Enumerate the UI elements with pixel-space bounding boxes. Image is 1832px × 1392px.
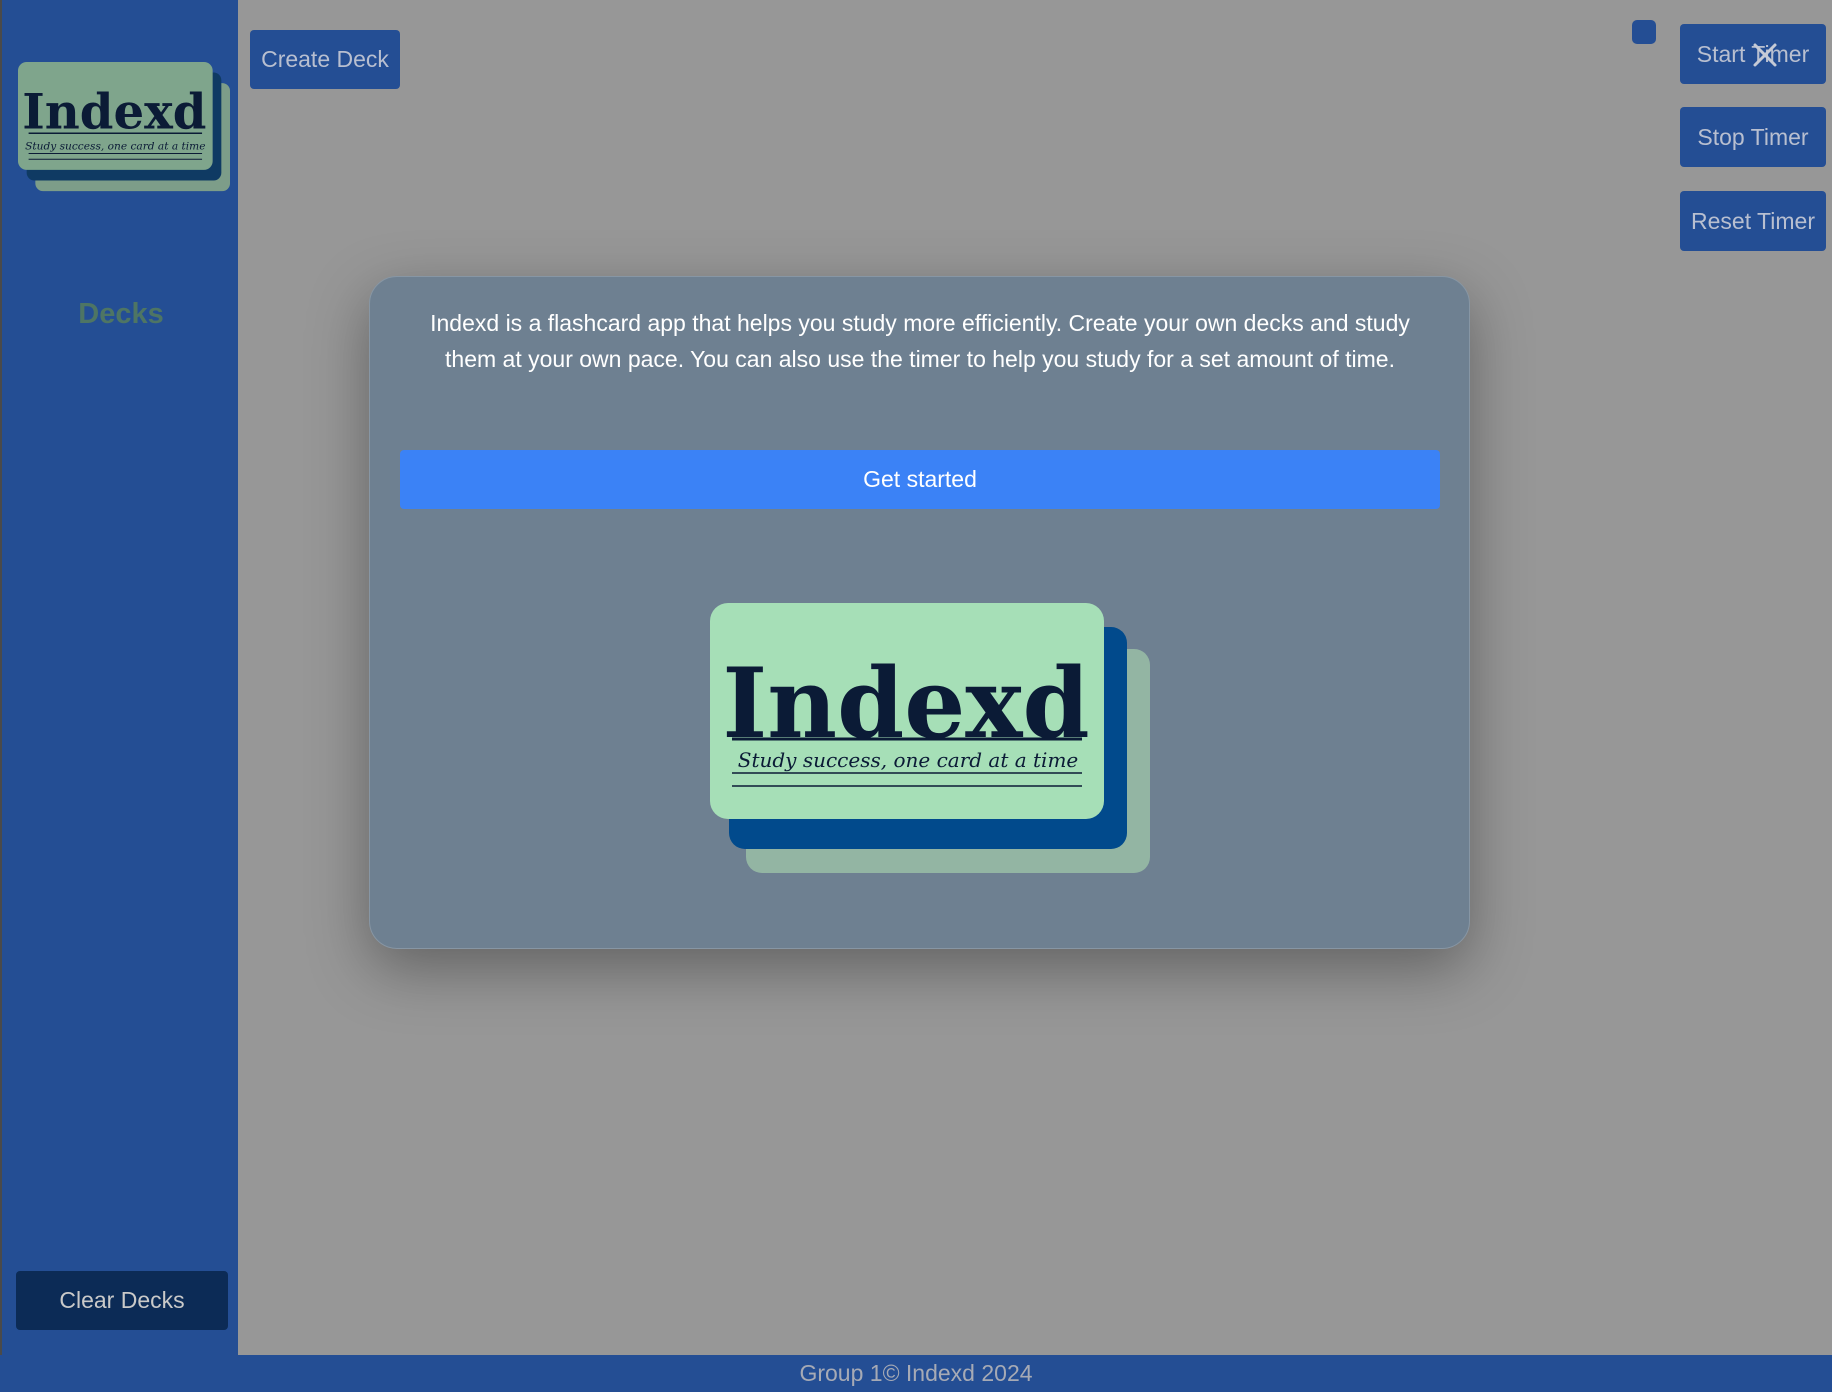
welcome-modal: Indexd is a flashcard app that helps you…: [369, 276, 1470, 949]
sidebar: Indexd Study success, one card at a time…: [0, 0, 238, 1355]
clear-decks-button[interactable]: Clear Decks: [16, 1271, 228, 1330]
get-started-button[interactable]: Get started: [400, 450, 1440, 509]
close-icon[interactable]: [1748, 38, 1782, 72]
modal-logo: Indexd Study success, one card at a time: [710, 603, 1150, 873]
logo-wordmark: Indexd: [722, 647, 1089, 760]
create-deck-button[interactable]: Create Deck: [250, 30, 400, 89]
reset-timer-button[interactable]: Reset Timer: [1680, 191, 1826, 251]
modal-description: Indexd is a flashcard app that helps you…: [430, 310, 1410, 372]
logo-wordmark: Indexd: [22, 84, 206, 140]
logo-tagline: Study success, one card at a time: [25, 141, 205, 153]
sidebar-logo[interactable]: Indexd Study success, one card at a time: [18, 52, 230, 202]
timer-indicator[interactable]: [1632, 20, 1656, 44]
indexd-logo-icon: Indexd Study success, one card at a time: [18, 61, 230, 192]
indexd-logo-icon: Indexd Study success, one card at a time: [710, 603, 1150, 873]
footer: Group 1© Indexd 2024: [0, 1355, 1832, 1392]
stop-timer-button[interactable]: Stop Timer: [1680, 107, 1826, 167]
decks-heading: Decks: [78, 298, 164, 330]
logo-tagline: Study success, one card at a time: [738, 748, 1079, 772]
